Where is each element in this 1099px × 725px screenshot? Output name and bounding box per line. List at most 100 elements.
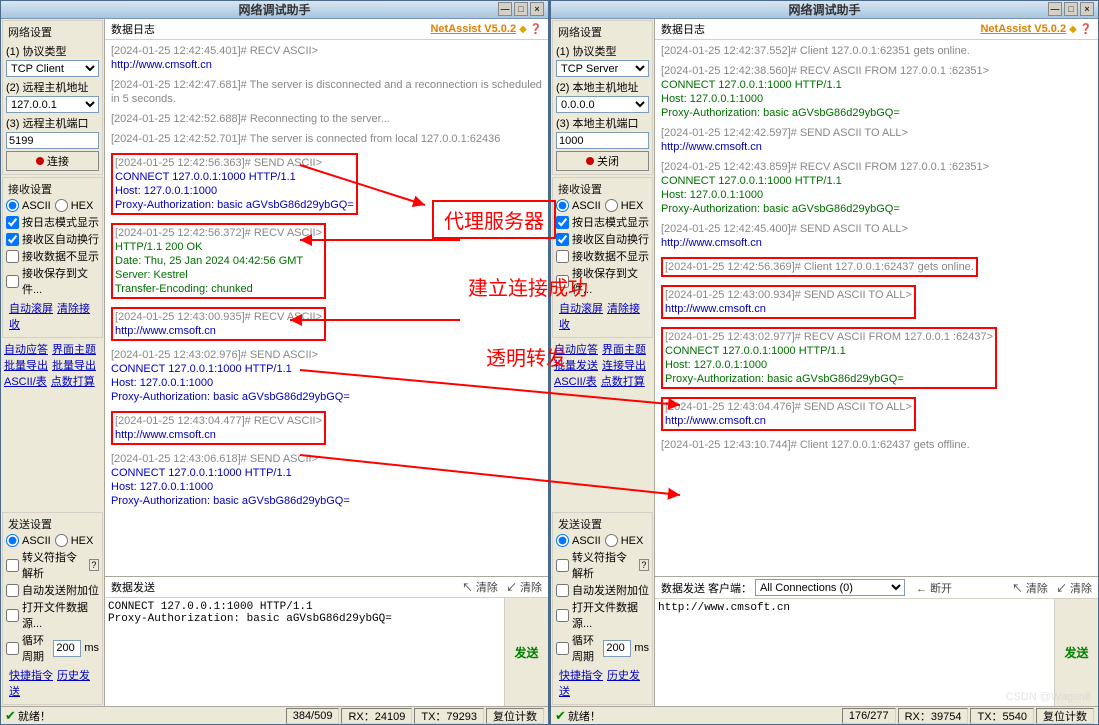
- chk-loop[interactable]: [6, 642, 19, 655]
- port-input[interactable]: [6, 132, 99, 149]
- log-entry: [2024-01-25 12:43:00.934]# SEND ASCII TO…: [661, 285, 916, 319]
- help-icon[interactable]: ?: [89, 559, 99, 571]
- sb-tx: TX：5540: [970, 708, 1034, 724]
- log-entry: [2024-01-25 12:42:45.401]# RECV ASCII>ht…: [111, 44, 542, 72]
- log-entry: [2024-01-25 12:42:37.552]# Client 127.0.…: [661, 44, 1092, 58]
- clear-btn[interactable]: ↖ 清除: [462, 582, 498, 594]
- min-button[interactable]: —: [1048, 2, 1062, 16]
- log-entry: [2024-01-25 12:42:45.400]# SEND ASCII TO…: [661, 222, 1092, 250]
- chk-autoappend[interactable]: [6, 584, 19, 597]
- max-button[interactable]: □: [514, 2, 528, 16]
- chk-escape[interactable]: [556, 559, 569, 572]
- port-input[interactable]: [556, 132, 649, 149]
- recv-settings: 接收设置 ASCII HEX 按日志模式显示 接收区自动换行 接收数据不显示 接…: [2, 177, 103, 338]
- log-entry: [2024-01-25 12:42:52.701]# The server is…: [111, 132, 542, 146]
- quick-cmd-link[interactable]: 快捷指令: [559, 670, 603, 682]
- conn-select[interactable]: All Connections (0): [755, 579, 905, 596]
- brand[interactable]: NetAssist V5.0.2: [430, 23, 516, 35]
- log-entry: [2024-01-25 12:43:02.976]# SEND ASCII>CO…: [111, 348, 542, 404]
- send-button[interactable]: 发送: [1054, 599, 1098, 706]
- log-entry: [2024-01-25 12:42:42.597]# SEND ASCII TO…: [661, 126, 1092, 154]
- log-entry: [2024-01-25 12:42:38.560]# RECV ASCII FR…: [661, 64, 1092, 120]
- chk-logmode[interactable]: [556, 216, 569, 229]
- recv-hex[interactable]: [55, 199, 68, 212]
- close-button[interactable]: ×: [530, 2, 544, 16]
- chk-hide[interactable]: [6, 250, 19, 263]
- titlebar: 网络调试助手 — □ ×: [1, 1, 548, 19]
- disconnect-btn[interactable]: ← 断开: [916, 580, 952, 596]
- titlebar: 网络调试助手 — □ ×: [551, 1, 1098, 19]
- send-settings: 发送设置 ASCII HEX 转义符指令解析 ? 自动发送附加位 打开文件数据源…: [2, 512, 103, 705]
- sb-reset[interactable]: 复位计数: [1036, 708, 1094, 724]
- send-input[interactable]: [105, 598, 504, 706]
- title: 网络调试助手: [238, 1, 310, 18]
- send-ascii[interactable]: [6, 534, 19, 547]
- chk-logmode[interactable]: [6, 216, 19, 229]
- send-button[interactable]: 发送: [504, 598, 548, 706]
- send-input[interactable]: [655, 599, 1054, 706]
- log-entry: [2024-01-25 12:43:10.744]# Client 127.0.…: [661, 438, 1092, 452]
- max-button[interactable]: □: [1064, 2, 1078, 16]
- star-icon: ◆ ❓: [519, 24, 542, 35]
- brand[interactable]: NetAssist V5.0.2: [980, 23, 1066, 35]
- send-ascii[interactable]: [556, 534, 569, 547]
- chk-autowrap[interactable]: [6, 233, 19, 246]
- chk-hide[interactable]: [556, 250, 569, 263]
- chk-escape[interactable]: [6, 559, 19, 572]
- loop-input[interactable]: [603, 640, 631, 657]
- close-button[interactable]: ×: [1080, 2, 1094, 16]
- log-area[interactable]: [2024-01-25 12:42:37.552]# Client 127.0.…: [655, 40, 1098, 576]
- close-conn-button[interactable]: 关闭: [556, 151, 649, 171]
- sb-rx: RX：24109: [341, 708, 412, 724]
- help-icon[interactable]: ?: [639, 559, 649, 571]
- log-entry: [2024-01-25 12:43:06.618]# SEND ASCII>CO…: [111, 452, 542, 508]
- proto-select[interactable]: TCP Server: [556, 60, 649, 77]
- log-entry: [2024-01-25 12:43:02.977]# RECV ASCII FR…: [661, 327, 997, 389]
- log-entry: [2024-01-25 12:42:56.363]# SEND ASCII>CO…: [111, 153, 358, 215]
- recv-ascii[interactable]: [6, 199, 19, 212]
- statusbar: ✔ 就绪！ 176/277 RX：39754 TX：5540 复位计数: [551, 706, 1098, 724]
- auto-links: 自动应答界面主题 批量导出批量导出 ASCII/表点数打算: [1, 339, 104, 391]
- clear-btn2[interactable]: ↙ 清除: [1056, 583, 1092, 595]
- connect-button[interactable]: 连接: [6, 151, 99, 171]
- chk-filesrc[interactable]: [6, 609, 19, 622]
- right-window: 网络调试助手 — □ × 网络设置 (1) 协议类型 TCP Server (2…: [549, 0, 1099, 725]
- send-hex[interactable]: [55, 534, 68, 547]
- chk-autowrap[interactable]: [556, 233, 569, 246]
- loop-input[interactable]: [53, 640, 81, 657]
- auto-links: 自动应答界面主题 批量发送连接导出 ASCII/表点数打算: [551, 339, 654, 391]
- send-title: 数据发送: [111, 579, 155, 595]
- recv-ascii[interactable]: [556, 199, 569, 212]
- autoscroll-link[interactable]: 自动滚屏: [9, 303, 53, 315]
- log-entry: [2024-01-25 12:42:43.859]# RECV ASCII FR…: [661, 160, 1092, 216]
- chk-savefile[interactable]: [6, 275, 19, 288]
- autoscroll-link[interactable]: 自动滚屏: [559, 303, 603, 315]
- quick-cmd-link[interactable]: 快捷指令: [9, 670, 53, 682]
- recv-hex[interactable]: [605, 199, 618, 212]
- chk-autoappend[interactable]: [556, 584, 569, 597]
- title: 网络调试助手: [788, 1, 860, 18]
- log-area[interactable]: [2024-01-25 12:42:45.401]# RECV ASCII>ht…: [105, 40, 548, 576]
- ready-icon: ✔: [5, 708, 16, 724]
- log-entry: [2024-01-25 12:42:56.372]# RECV ASCII>HT…: [111, 223, 326, 299]
- chk-filesrc[interactable]: [556, 609, 569, 622]
- statusbar: ✔ 就绪！ 384/509 RX：24109 TX：79293 复位计数: [1, 706, 548, 724]
- sb-reset[interactable]: 复位计数: [486, 708, 544, 724]
- min-button[interactable]: —: [498, 2, 512, 16]
- send-hex[interactable]: [605, 534, 618, 547]
- star-icon: ◆ ❓: [1069, 24, 1092, 35]
- chk-loop[interactable]: [556, 642, 569, 655]
- sb-count: 176/277: [842, 708, 896, 724]
- sb-tx: TX：79293: [414, 708, 484, 724]
- clear-btn[interactable]: ↖ 清除: [1012, 583, 1048, 595]
- watermark: CSDN @Wagsn8: [1006, 691, 1091, 703]
- log-title: 数据日志: [661, 21, 705, 37]
- proto-select[interactable]: TCP Client: [6, 60, 99, 77]
- host-select[interactable]: 0.0.0.0: [556, 96, 649, 113]
- host-select[interactable]: 127.0.0.1: [6, 96, 99, 113]
- chk-savefile[interactable]: [556, 275, 569, 288]
- clear-btn2[interactable]: ↙ 清除: [506, 582, 542, 594]
- recv-settings: 接收设置 ASCII HEX 按日志模式显示 接收区自动换行 接收数据不显示 接…: [552, 177, 653, 338]
- left-window: 网络调试助手 — □ × 网络设置 (1) 协议类型 TCP Client (2…: [0, 0, 549, 725]
- log-entry: [2024-01-25 12:43:04.477]# RECV ASCII>ht…: [111, 411, 326, 445]
